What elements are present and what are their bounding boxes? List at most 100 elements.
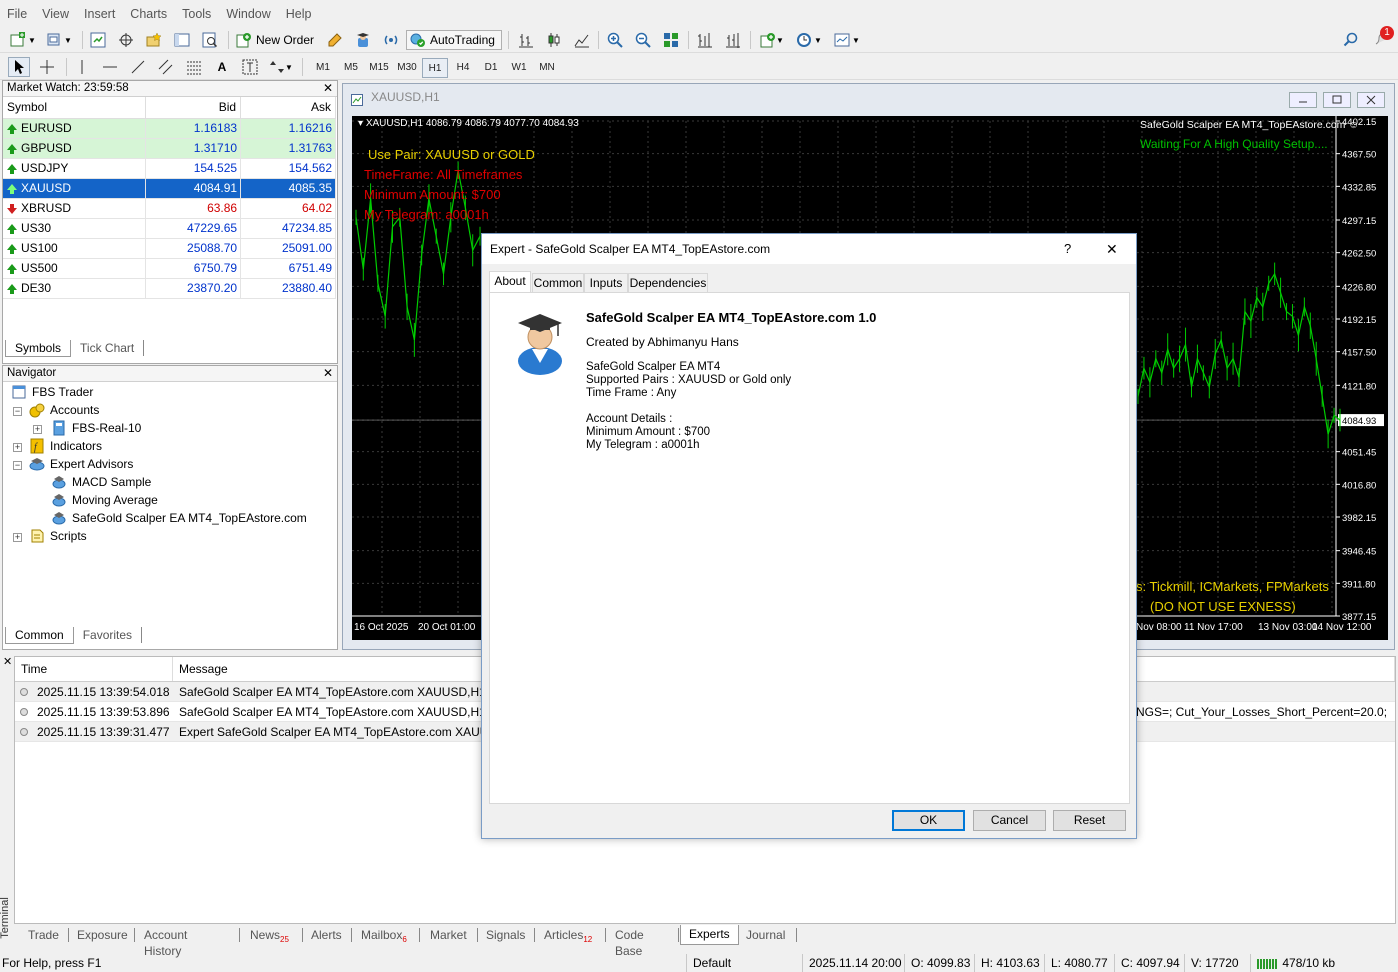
vertical-line-button[interactable] — [72, 57, 92, 77]
market-watch-row[interactable]: XBRUSD 63.86 64.02 — [3, 198, 336, 219]
tab-mailbox[interactable]: Mailbox6 — [361, 927, 407, 948]
reset-button[interactable]: Reset — [1053, 810, 1126, 831]
tab-tick-chart[interactable]: Tick Chart — [71, 340, 145, 356]
arrows-button[interactable]: ▼ — [266, 57, 296, 77]
menu-tools[interactable]: Tools — [175, 5, 219, 21]
tree-expert-macd[interactable]: MACD Sample — [51, 473, 151, 491]
column-time[interactable]: Time — [15, 657, 173, 681]
timeframe-h1[interactable]: H1 — [422, 58, 448, 78]
tree-root[interactable]: FBS Trader — [11, 383, 93, 401]
equidistant-channel-button[interactable] — [156, 57, 176, 77]
autoscroll-button[interactable] — [722, 30, 744, 50]
timeframe-m5[interactable]: M5 — [338, 58, 364, 78]
market-watch-row[interactable]: US30 47229.65 47234.85 — [3, 218, 336, 239]
tab-articles[interactable]: Articles12 — [544, 927, 592, 948]
zoom-out-button[interactable] — [632, 30, 654, 50]
timeframe-h4[interactable]: H4 — [450, 58, 476, 78]
tab-common[interactable]: Common — [532, 273, 584, 293]
tab-favorites[interactable]: Favorites — [74, 627, 143, 643]
close-icon[interactable]: ✕ — [323, 366, 333, 381]
data-window-button[interactable] — [116, 30, 136, 50]
periodicity-button[interactable]: ▼ — [794, 30, 824, 50]
tree-account[interactable]: FBS-Real-10 — [51, 419, 141, 437]
market-watch-row[interactable]: US500 6750.79 6751.49 — [3, 258, 336, 279]
tab-alerts[interactable]: Alerts — [311, 927, 342, 943]
restore-button[interactable] — [1323, 92, 1351, 108]
timeframe-w1[interactable]: W1 — [506, 58, 532, 78]
crosshair-button[interactable] — [36, 57, 58, 77]
market-watch-button[interactable] — [88, 30, 108, 50]
timeframe-d1[interactable]: D1 — [478, 58, 504, 78]
expand-icon[interactable]: + — [33, 425, 42, 434]
tree-expert-safegold[interactable]: SafeGold Scalper EA MT4_TopEAstore.com — [51, 509, 307, 527]
strategy-tester-button[interactable] — [200, 30, 220, 50]
column-bid[interactable]: Bid — [145, 97, 242, 119]
close-icon[interactable]: ✕ — [3, 655, 12, 668]
dialog-close-button[interactable]: ✕ — [1106, 234, 1118, 264]
tile-windows-button[interactable] — [660, 30, 682, 50]
minimize-button[interactable] — [1289, 92, 1317, 108]
line-chart-button[interactable] — [572, 30, 592, 50]
tab-exposure[interactable]: Exposure — [77, 927, 128, 943]
tab-common[interactable]: Common — [5, 627, 74, 644]
new-order-button[interactable]: New Order — [236, 30, 316, 50]
market-watch-row[interactable]: US100 25088.70 25091.00 — [3, 238, 336, 259]
column-symbol[interactable]: Symbol — [3, 97, 147, 119]
tab-about[interactable]: About — [489, 271, 531, 293]
tree-scripts[interactable]: Scripts — [29, 527, 87, 545]
cancel-button[interactable]: Cancel — [973, 810, 1046, 831]
tree-accounts[interactable]: Accounts — [29, 401, 99, 419]
expand-icon[interactable]: + — [13, 443, 22, 452]
profiles-button[interactable]: ▼ — [44, 30, 74, 50]
horizontal-line-button[interactable] — [100, 57, 120, 77]
cursor-button[interactable] — [8, 57, 30, 77]
timeframe-m30[interactable]: M30 — [394, 58, 420, 78]
help-button[interactable]: ? — [1064, 234, 1071, 264]
market-watch-row[interactable]: DE30 23870.20 23880.40 — [3, 278, 336, 299]
search-button[interactable] — [1342, 30, 1360, 50]
autotrading-button[interactable]: AutoTrading — [406, 30, 502, 50]
ok-button[interactable]: OK — [892, 810, 965, 831]
tab-journal[interactable]: Journal — [746, 927, 785, 943]
timeframe-mn[interactable]: MN — [534, 58, 560, 78]
market-watch-row[interactable]: GBPUSD 1.31710 1.31763 — [3, 138, 336, 159]
tab-signals[interactable]: Signals — [486, 927, 525, 943]
zoom-in-button[interactable] — [604, 30, 626, 50]
fibonacci-button[interactable] — [184, 57, 204, 77]
tab-dependencies[interactable]: Dependencies — [628, 273, 708, 293]
tab-trade[interactable]: Trade — [28, 927, 59, 943]
tab-inputs[interactable]: Inputs — [584, 273, 628, 293]
menu-window[interactable]: Window — [219, 5, 278, 21]
tree-indicators[interactable]: f Indicators — [29, 437, 102, 455]
tab-experts[interactable]: Experts — [680, 925, 739, 945]
market-watch-row[interactable]: EURUSD 1.16183 1.16216 — [3, 118, 336, 139]
indicators-list-button[interactable]: ▼ — [758, 30, 786, 50]
timeframe-m1[interactable]: M1 — [310, 58, 336, 78]
menu-help[interactable]: Help — [279, 5, 320, 21]
text-button[interactable]: A — [212, 57, 232, 77]
timeframe-m15[interactable]: M15 — [366, 58, 392, 78]
close-icon[interactable]: ✕ — [323, 81, 333, 96]
collapse-icon[interactable]: − — [13, 407, 22, 416]
collapse-icon[interactable]: − — [13, 461, 22, 470]
tree-expert-moving-average[interactable]: Moving Average — [51, 491, 158, 509]
tree-expert-advisors[interactable]: Expert Advisors — [29, 455, 133, 473]
experts-list-button[interactable] — [352, 30, 374, 50]
expand-icon[interactable]: + — [13, 533, 22, 542]
navigator-button[interactable] — [144, 30, 164, 50]
signals-button[interactable] — [380, 30, 402, 50]
text-label-button[interactable] — [240, 57, 260, 77]
terminal-button[interactable] — [172, 30, 192, 50]
candlestick-button[interactable] — [544, 30, 564, 50]
bar-chart-button[interactable] — [516, 30, 536, 50]
templates-button[interactable]: ▼ — [832, 30, 862, 50]
chart-shift-button[interactable] — [694, 30, 716, 50]
trendline-button[interactable] — [128, 57, 148, 77]
menu-insert[interactable]: Insert — [77, 5, 123, 21]
tab-market[interactable]: Market — [430, 927, 467, 943]
market-watch-row[interactable]: XAUUSD 4084.91 4085.35 — [3, 178, 336, 199]
menu-file[interactable]: File — [0, 5, 35, 21]
metaeditor-button[interactable] — [324, 30, 346, 50]
tab-news[interactable]: News25 — [250, 927, 289, 948]
new-chart-button[interactable]: ▼ — [8, 30, 38, 50]
